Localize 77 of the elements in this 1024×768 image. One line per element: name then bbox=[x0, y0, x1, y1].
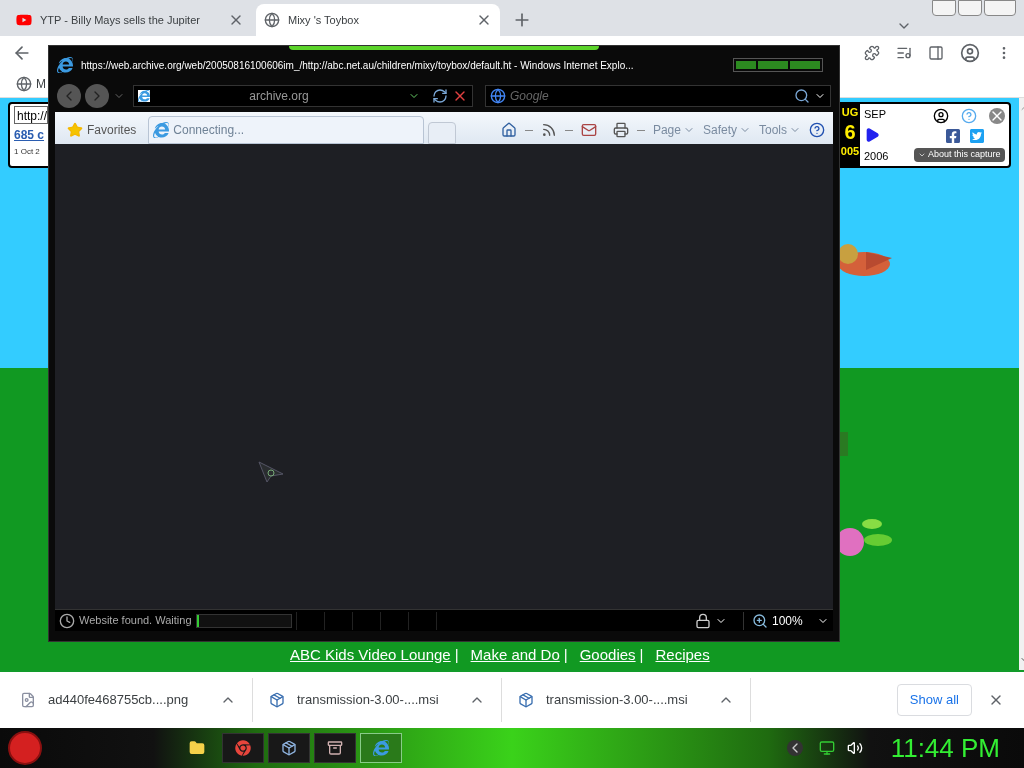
captures-link[interactable]: 685 c bbox=[14, 126, 48, 144]
search-field[interactable]: Google bbox=[510, 87, 790, 105]
start-button[interactable] bbox=[8, 731, 42, 765]
link-separator: | bbox=[563, 644, 568, 665]
page-link[interactable]: Recipes bbox=[655, 643, 710, 666]
ie-icon bbox=[373, 740, 389, 756]
address-field[interactable]: archive.org bbox=[133, 85, 473, 107]
star-icon bbox=[67, 122, 83, 138]
ie-icon bbox=[153, 122, 170, 138]
media-icon[interactable] bbox=[896, 45, 912, 61]
side-panel-icon[interactable] bbox=[928, 45, 944, 61]
forward-button[interactable] bbox=[85, 84, 109, 108]
show-all-button[interactable]: Show all bbox=[896, 684, 972, 716]
busy-cursor-icon bbox=[257, 460, 285, 484]
refresh-icon[interactable] bbox=[432, 88, 448, 104]
clock[interactable]: 11:44 PM bbox=[890, 728, 1000, 768]
search-bar[interactable]: Google bbox=[485, 85, 831, 107]
window-title: https://web.archive.org/web/20050816100606im_/http://abc.net.au/children/mixy/toybox/default.ht - Windows Internet Explo... bbox=[81, 58, 634, 73]
search-icon[interactable] bbox=[794, 88, 810, 104]
taskbar-app[interactable] bbox=[314, 733, 356, 763]
next-icon[interactable] bbox=[864, 127, 880, 143]
volume-icon[interactable] bbox=[846, 740, 863, 756]
page-link[interactable]: ABC Kids Video Lounge bbox=[290, 643, 451, 666]
feed-icon[interactable] bbox=[540, 122, 557, 138]
profile-icon[interactable] bbox=[960, 43, 980, 63]
close-icon[interactable] bbox=[988, 108, 1005, 124]
mail-icon[interactable] bbox=[580, 122, 597, 138]
date-range: 1 Oct 2 bbox=[14, 146, 41, 158]
user-icon[interactable] bbox=[932, 108, 949, 124]
favorites-button[interactable]: Favorites bbox=[59, 116, 145, 144]
ie-icon bbox=[57, 57, 73, 73]
chrome-icon bbox=[235, 740, 251, 756]
zoom-button[interactable]: 100% bbox=[743, 611, 829, 630]
download-item[interactable]: ad440fe468755cb....png bbox=[20, 678, 253, 722]
link-separator: | bbox=[454, 644, 459, 665]
taskbar-app[interactable] bbox=[222, 733, 264, 763]
day-label: 6 bbox=[844, 120, 856, 143]
browser-tab[interactable]: Mixy 's Toybox bbox=[256, 4, 500, 36]
year-label[interactable]: 005 bbox=[840, 142, 860, 159]
zoom-icon bbox=[752, 612, 768, 629]
tray-expand-icon[interactable] bbox=[786, 740, 803, 756]
globe-icon bbox=[264, 12, 280, 28]
month-label[interactable]: UG bbox=[841, 104, 859, 121]
download-item[interactable]: transmission-3.00-....msi bbox=[518, 678, 751, 722]
help-icon[interactable] bbox=[809, 122, 825, 138]
month-label[interactable]: SEP bbox=[864, 106, 914, 123]
taskbar-app[interactable] bbox=[268, 733, 310, 763]
folder-icon bbox=[189, 740, 205, 756]
installer-icon bbox=[269, 692, 285, 708]
window-controls[interactable] bbox=[733, 58, 823, 72]
extensions-icon[interactable] bbox=[864, 45, 880, 61]
home-icon[interactable] bbox=[500, 122, 517, 138]
facebook-icon[interactable] bbox=[944, 128, 961, 144]
window-controls[interactable] bbox=[932, 0, 1016, 16]
page-icon bbox=[138, 90, 150, 102]
page-link[interactable]: Goodies bbox=[579, 643, 636, 666]
security-icon[interactable] bbox=[695, 612, 711, 629]
search-provider-icon bbox=[490, 88, 506, 104]
network-icon[interactable] bbox=[818, 740, 835, 756]
video-icon bbox=[16, 12, 32, 28]
about-capture-button[interactable]: About this capture bbox=[914, 148, 1005, 162]
archive-icon bbox=[327, 740, 343, 756]
image-file-icon bbox=[20, 692, 36, 708]
bookmark-item[interactable]: M bbox=[16, 74, 46, 93]
installer-icon bbox=[518, 692, 534, 708]
back-button[interactable] bbox=[57, 84, 81, 108]
year-label[interactable]: 2006 bbox=[864, 147, 914, 164]
clock-icon bbox=[59, 612, 75, 629]
browser-tab[interactable]: Connecting... bbox=[148, 116, 425, 144]
installer-icon bbox=[281, 740, 297, 756]
status-text: Website found. Waiting bbox=[79, 613, 192, 629]
print-icon[interactable] bbox=[612, 122, 629, 138]
twitter-icon[interactable] bbox=[968, 128, 985, 144]
page-link[interactable]: Make and Do bbox=[470, 643, 560, 666]
link-separator: | bbox=[639, 644, 644, 665]
url-field[interactable]: http:// bbox=[14, 106, 48, 124]
download-item[interactable]: transmission-3.00-....msi bbox=[269, 678, 502, 722]
